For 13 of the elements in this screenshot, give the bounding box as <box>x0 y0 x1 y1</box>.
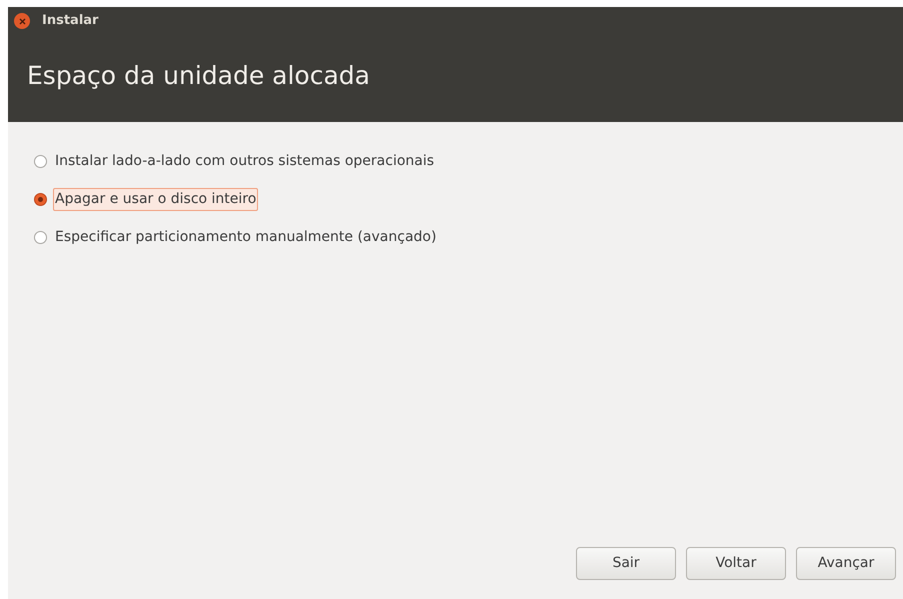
dialog-button[interactable]: Avançar <box>796 547 896 580</box>
option-label: Especificar particionamento manualmente (avançado) <box>54 228 438 246</box>
radio-button[interactable] <box>34 230 47 244</box>
radio-button[interactable] <box>34 154 47 168</box>
option-label: Apagar e usar o disco inteiro <box>53 188 258 210</box>
close-button[interactable] <box>14 13 30 29</box>
window-title: Instalar <box>42 12 98 30</box>
close-icon <box>18 18 26 24</box>
option-label: Instalar lado-a-lado com outros sistemas operacionais <box>54 152 436 170</box>
radio-button[interactable] <box>34 192 47 206</box>
page-title: Espaço da unidade alocada <box>27 63 370 88</box>
dialog-button[interactable]: Voltar <box>686 547 786 580</box>
dialog-button[interactable]: Sair <box>576 547 676 580</box>
